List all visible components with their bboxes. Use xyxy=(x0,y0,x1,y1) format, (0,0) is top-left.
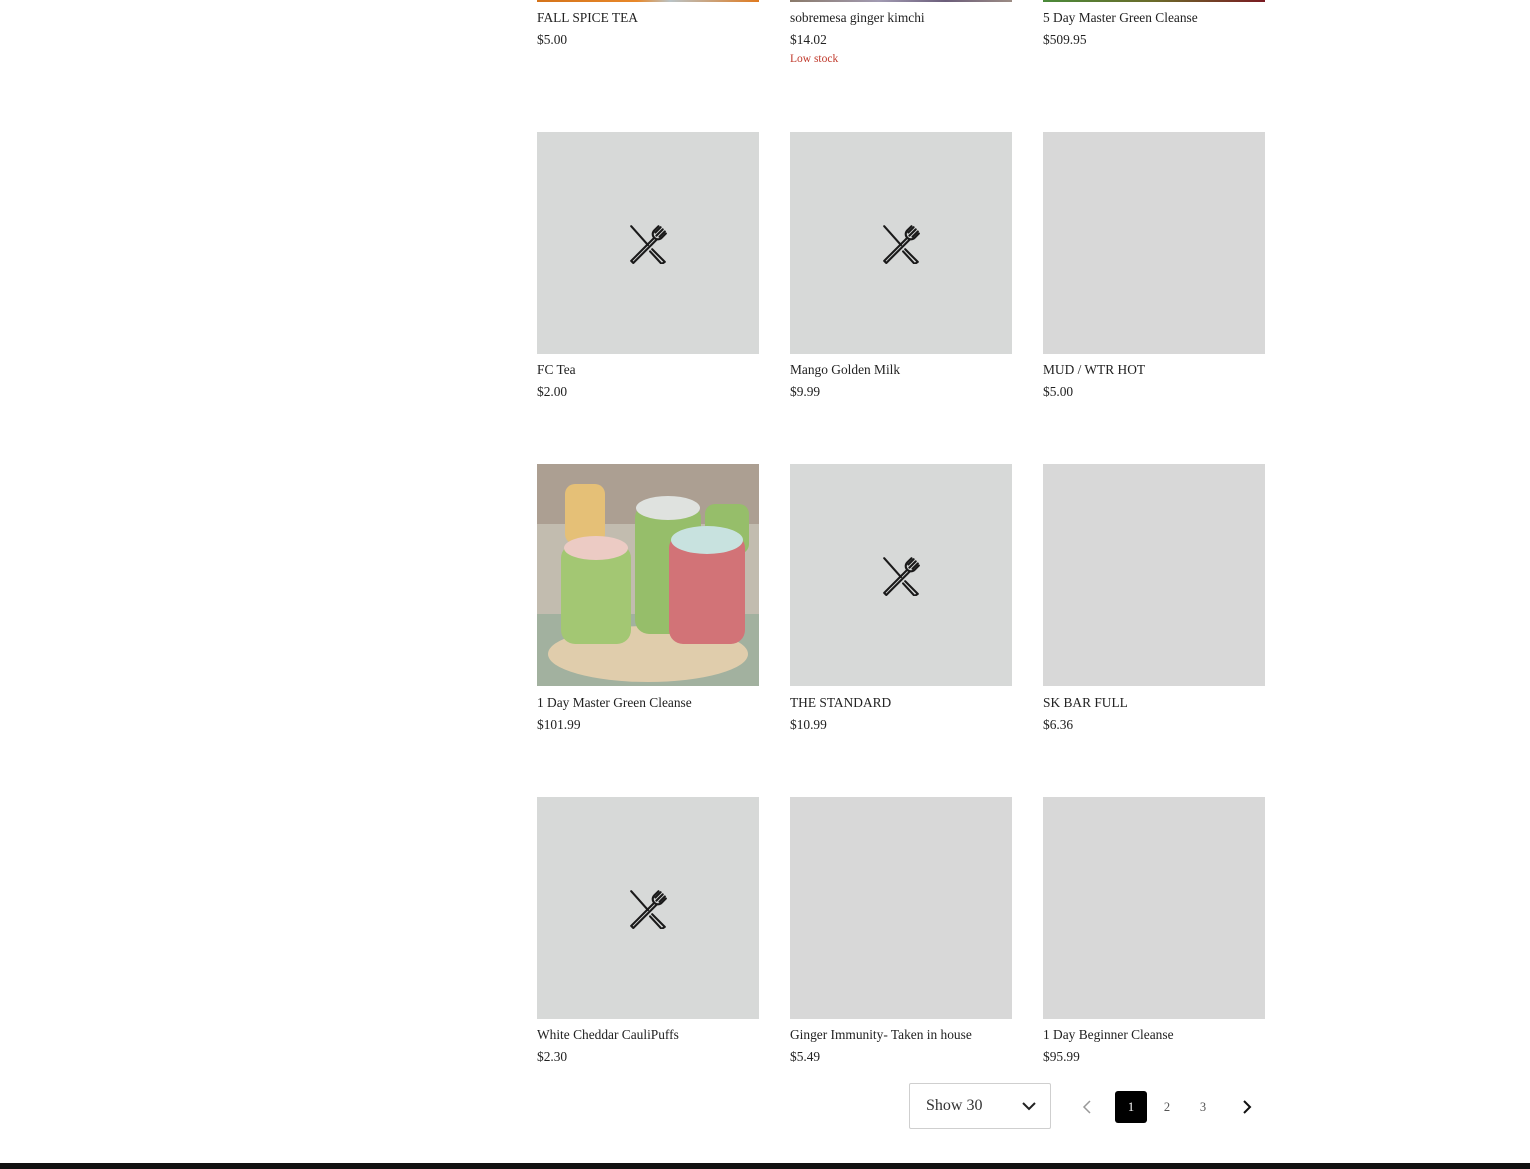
product-name[interactable]: White Cheddar CauliPuffs xyxy=(537,1027,679,1043)
product-image-blank[interactable] xyxy=(1043,797,1265,1019)
product-image-placeholder[interactable] xyxy=(790,132,1012,354)
page-button-3[interactable]: 3 xyxy=(1187,1091,1219,1123)
product-price: $5.00 xyxy=(1043,384,1074,399)
product-price: $2.00 xyxy=(537,384,568,399)
product-image-cropped[interactable] xyxy=(1043,0,1265,2)
product-name[interactable]: MUD / WTR HOT xyxy=(1043,362,1145,378)
product-image-photo[interactable] xyxy=(537,464,759,686)
product-image-placeholder[interactable] xyxy=(790,464,1012,686)
page-size-select[interactable]: Show 30 xyxy=(909,1083,1051,1129)
product-image-blank[interactable] xyxy=(790,797,1012,1019)
chevron-right-icon xyxy=(1243,1100,1252,1114)
product-price: $9.99 xyxy=(790,384,821,399)
product-price: $10.99 xyxy=(790,717,827,732)
product-image-cropped[interactable] xyxy=(790,0,1012,2)
product-image-cropped[interactable] xyxy=(537,0,759,2)
product-name[interactable]: Mango Golden Milk xyxy=(790,362,900,378)
chevron-down-icon xyxy=(1022,1102,1036,1111)
product-name[interactable]: SK BAR FULL xyxy=(1043,695,1128,711)
page-button-1[interactable]: 1 xyxy=(1115,1091,1147,1123)
product-name[interactable]: Ginger Immunity- Taken in house xyxy=(790,1027,972,1043)
product-name[interactable]: 1 Day Beginner Cleanse xyxy=(1043,1027,1174,1043)
product-price: $95.99 xyxy=(1043,1049,1080,1064)
product-price: $101.99 xyxy=(537,717,581,732)
product-price: $6.36 xyxy=(1043,717,1074,732)
utensils-icon xyxy=(630,225,667,264)
utensils-icon xyxy=(883,225,920,264)
product-name[interactable]: 5 Day Master Green Cleanse xyxy=(1043,10,1198,26)
footer-bar xyxy=(0,1163,1530,1169)
product-name[interactable]: THE STANDARD xyxy=(790,695,891,711)
low-stock-badge: Low stock xyxy=(790,53,839,65)
page-button-2[interactable]: 2 xyxy=(1151,1091,1183,1123)
product-image-blank[interactable] xyxy=(1043,132,1265,354)
product-name[interactable]: sobremesa ginger kimchi xyxy=(790,10,925,26)
product-price: $5.00 xyxy=(537,32,568,47)
product-name[interactable]: 1 Day Master Green Cleanse xyxy=(537,695,692,711)
product-image-blank[interactable] xyxy=(1043,464,1265,686)
product-price: $509.95 xyxy=(1043,32,1087,47)
product-name[interactable]: FALL SPICE TEA xyxy=(537,10,638,26)
next-page-button[interactable] xyxy=(1231,1091,1263,1123)
utensils-icon xyxy=(630,890,667,929)
product-image-placeholder[interactable] xyxy=(537,797,759,1019)
product-price: $14.02 xyxy=(790,32,827,47)
utensils-icon xyxy=(883,557,920,596)
prev-page-button[interactable] xyxy=(1071,1091,1103,1123)
product-image-placeholder[interactable] xyxy=(537,132,759,354)
juice-jars-image xyxy=(537,464,759,686)
chevron-left-icon xyxy=(1082,1100,1091,1114)
page-size-label: Show 30 xyxy=(926,1097,983,1114)
product-name[interactable]: FC Tea xyxy=(537,362,576,378)
product-price: $2.30 xyxy=(537,1049,568,1064)
product-price: $5.49 xyxy=(790,1049,821,1064)
